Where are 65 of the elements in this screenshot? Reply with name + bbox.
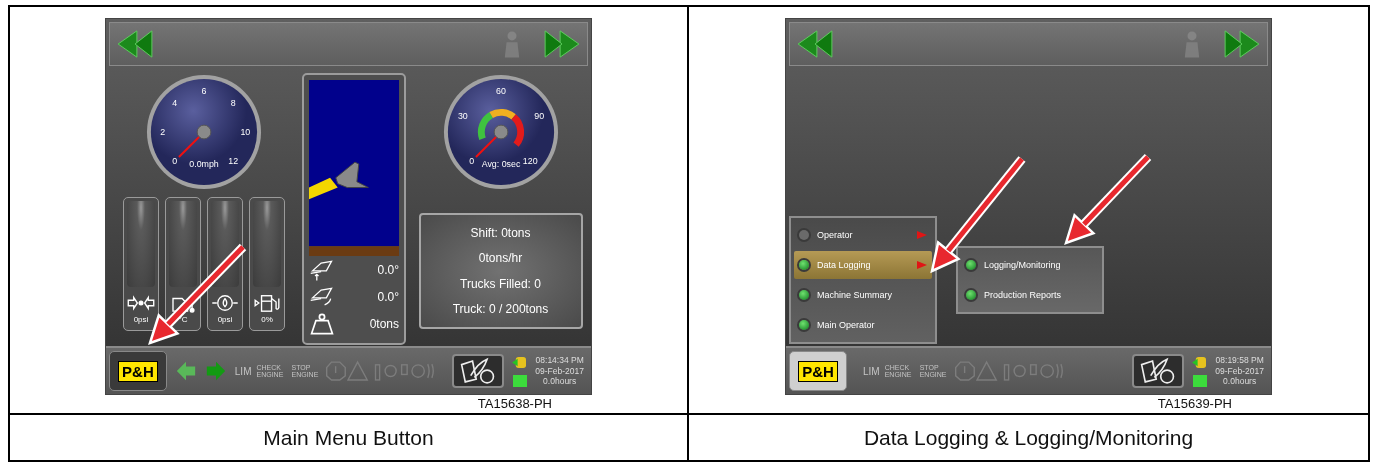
gauge-needle [474, 124, 508, 158]
back-icon[interactable] [116, 29, 154, 59]
production-line: Trucks Filled: 0 [460, 276, 541, 291]
right-arrow-icon[interactable] [204, 360, 227, 382]
database-icon [512, 355, 528, 369]
gauge-needle [178, 124, 212, 158]
menu-item[interactable]: Main Operator [794, 311, 932, 339]
color-scale-arc [477, 108, 524, 147]
gauge-tick-label: 4 [172, 97, 178, 108]
status-light-icon [1192, 374, 1207, 387]
hours-counter: 0.0hours [543, 376, 577, 387]
production-line: 0tons/hr [478, 251, 523, 266]
forward-icon[interactable] [543, 29, 581, 59]
menu-item[interactable]: Logging/Monitoring [961, 251, 1099, 279]
hours-counter: 0.0hours [1223, 376, 1257, 387]
database-icon [1192, 355, 1208, 369]
notes-button[interactable] [1132, 354, 1185, 388]
figure-caption: Data Logging & Logging/Monitoring [863, 425, 1194, 450]
main-menu-button[interactable]: P&H [789, 351, 847, 391]
weight-icon [309, 311, 335, 336]
gauge-tick-label: 0 [172, 156, 178, 167]
gauge-tick-label: 6 [201, 85, 207, 96]
person-icon [503, 30, 521, 58]
indicator-label: LIM [863, 365, 880, 377]
oil-pressure-icon [211, 293, 239, 313]
clock-time: 08:14:34 PM [535, 355, 584, 366]
figure-id: TA15639-PH [1157, 396, 1232, 411]
menu-item[interactable]: Machine Summary [794, 281, 932, 309]
menu-item[interactable]: Production Reports [961, 281, 1099, 309]
clock-time: 08:19:58 PM [1215, 355, 1264, 366]
speed-reading: 0.0mph [189, 159, 219, 170]
back-icon[interactable] [796, 29, 834, 59]
gauge-tick-label: 0 [468, 156, 474, 167]
bar-reading: 0psi [133, 315, 149, 324]
main-menu-button[interactable]: P&H [109, 351, 167, 391]
gauge-tick-label: 12 [228, 156, 239, 167]
fuel-pump-icon [253, 293, 281, 313]
bucket-reading: 0.0° [377, 262, 399, 277]
gauge-tick-label: 30 [457, 111, 468, 122]
indicator-label: LIM [234, 365, 252, 377]
left-arrow-icon[interactable] [174, 360, 197, 382]
bucket-reading: 0.0° [377, 289, 399, 304]
notes-button[interactable] [452, 354, 505, 388]
bar-reading: 0psi [217, 315, 233, 324]
status-light-icon [512, 374, 527, 387]
pressure-icon [127, 293, 155, 313]
production-line: Truck: 0 / 200tons [452, 301, 549, 316]
gauge-tick-label: 60 [495, 85, 506, 96]
bucket-reading: 0tons [369, 316, 399, 331]
cycle-time-reading: Avg: 0sec [481, 159, 520, 170]
bar-reading: 0% [261, 315, 273, 324]
gauge-tick-label: 90 [533, 111, 544, 122]
menu-item[interactable]: Operator [794, 221, 932, 249]
gauge-tick-label: 2 [160, 126, 166, 137]
figure-id: TA15638-PH [477, 396, 552, 411]
figure-caption: Main Menu Button [263, 425, 434, 450]
production-line: Shift: 0tons [470, 226, 531, 241]
gauge-tick-label: 8 [230, 97, 236, 108]
person-icon [1183, 30, 1201, 58]
bar-reading: °C [178, 315, 188, 324]
date-text: 09-Feb-2017 [535, 365, 584, 377]
date-text: 09-Feb-2017 [1215, 365, 1264, 377]
forward-icon[interactable] [1223, 29, 1261, 59]
gauge-tick-label: 120 [522, 156, 538, 167]
gauge-tick-label: 10 [240, 126, 251, 137]
